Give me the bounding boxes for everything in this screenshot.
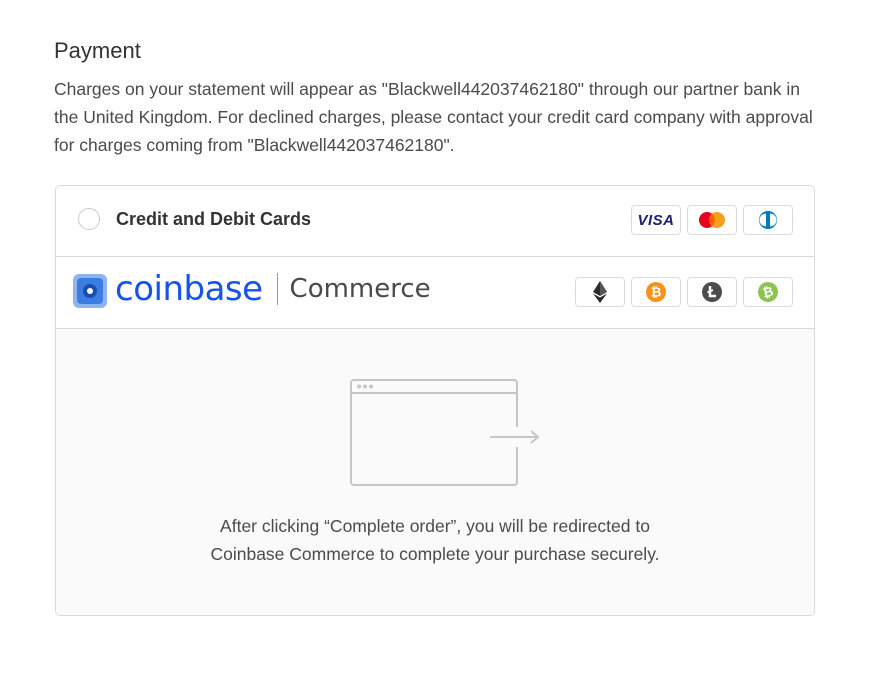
crypto-badges: ₿ ₿	[575, 277, 793, 307]
cards-label[interactable]: Credit and Debit Cards	[116, 209, 311, 230]
visa-icon: VISA	[631, 205, 681, 235]
browser-redirect-icon	[350, 379, 540, 486]
payment-option-coinbase[interactable]: coinbase Commerce ₿ ₿	[56, 257, 814, 329]
visa-text: VISA	[637, 211, 675, 229]
ethereum-icon	[575, 277, 625, 307]
coinbase-commerce-logo[interactable]: coinbase Commerce	[115, 267, 431, 311]
redirect-message: After clicking “Complete order”, you wil…	[56, 512, 814, 568]
litecoin-icon	[687, 277, 737, 307]
bitcoin-cash-icon: ₿	[743, 277, 793, 307]
commerce-wordmark: Commerce	[289, 274, 431, 304]
payment-methods-panel: Credit and Debit Cards VISA coinbase Com…	[55, 185, 815, 616]
redirect-message-line1: After clicking “Complete order”, you wil…	[220, 516, 650, 536]
card-badges: VISA	[631, 205, 793, 235]
logo-divider	[276, 273, 278, 305]
mastercard-icon	[687, 205, 737, 235]
redirect-info-panel: After clicking “Complete order”, you wil…	[56, 329, 814, 615]
payment-title: Payment	[54, 38, 141, 63]
diners-club-icon	[743, 205, 793, 235]
payment-option-cards[interactable]: Credit and Debit Cards VISA	[56, 186, 814, 257]
redirect-message-line2: Coinbase Commerce to complete your purch…	[210, 544, 660, 564]
cards-radio[interactable]	[78, 208, 100, 230]
payment-description: Charges on your statement will appear as…	[54, 79, 813, 155]
coinbase-wordmark: coinbase	[115, 269, 263, 309]
bitcoin-icon: ₿	[631, 277, 681, 307]
coinbase-radio-selected[interactable]	[73, 274, 107, 308]
svg-text:₿: ₿	[651, 285, 662, 300]
